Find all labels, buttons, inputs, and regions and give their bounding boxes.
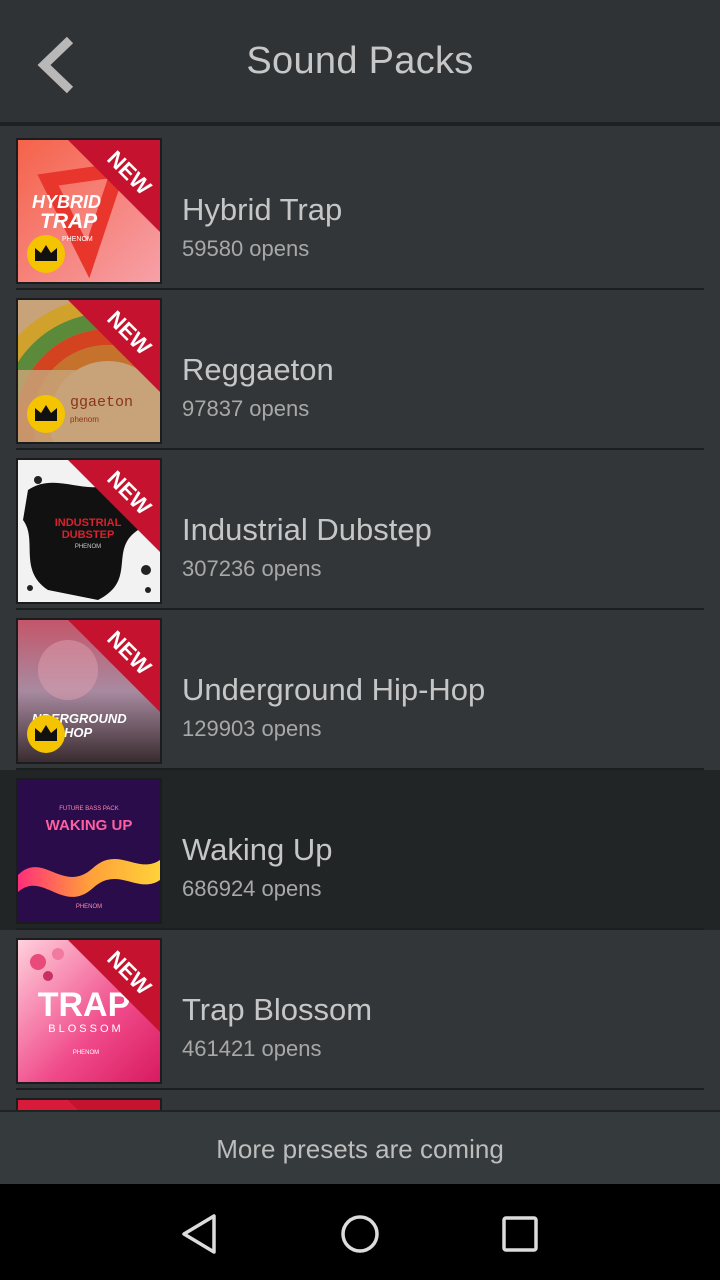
cover-text: HYBRID <box>32 192 101 212</box>
cover-text: WAKING UP <box>46 817 133 834</box>
pack-cover: NDERGROUND HOP NEW <box>16 618 162 764</box>
nav-home-button[interactable] <box>332 1206 388 1262</box>
cover-text: PHENOM <box>73 1050 99 1056</box>
more-presets-banner: More presets are coming <box>0 1110 720 1184</box>
cover-text: TRAP <box>40 210 98 233</box>
pack-cover: ggaeton phenom NEW <box>16 298 162 444</box>
cover-text: PHENOM <box>75 544 101 550</box>
pack-opens: 59580 opens <box>182 236 310 261</box>
cover-text: ggaeton <box>70 394 133 411</box>
square-recents-icon <box>502 1216 538 1252</box>
cover-text: FUTURE BASS PACK <box>59 806 119 812</box>
cover-text: PHENOM <box>62 236 93 243</box>
triangle-back-icon <box>182 1214 216 1254</box>
pack-opens: 307236 opens <box>182 556 322 581</box>
cover-text: HOP <box>64 725 93 740</box>
page-title: Sound Packs <box>246 40 474 82</box>
pack-opens: 686924 opens <box>182 876 322 901</box>
list-item[interactable]: NDERGROUND HOP NEW Underground Hip-Hop 1… <box>0 610 720 770</box>
cover-text: INDUSTRIAL <box>55 517 122 529</box>
pack-opens: 129903 opens <box>182 716 322 741</box>
crown-icon <box>27 395 65 433</box>
list-item[interactable]: HYBRID TRAP PHENOM NEW Hybrid Trap 59580… <box>0 130 720 290</box>
pack-cover <box>16 1098 162 1110</box>
pack-title: Industrial Dubstep <box>182 512 432 547</box>
circle-home-icon <box>341 1215 379 1253</box>
crown-icon <box>27 235 65 273</box>
pack-cover: FUTURE BASS PACK WAKING UP PHENOM <box>16 778 162 924</box>
nav-back-button[interactable] <box>172 1206 228 1262</box>
pack-title: Reggaeton <box>182 352 334 387</box>
pack-opens: 461421 opens <box>182 1036 322 1061</box>
pack-title: Trap Blossom <box>182 992 373 1027</box>
new-ribbon <box>68 1100 160 1110</box>
pack-title: Underground Hip-Hop <box>182 672 486 707</box>
list-item[interactable] <box>0 1090 720 1110</box>
list-item[interactable]: INDUSTRIAL DUBSTEP PHENOM NEW Industrial… <box>0 450 720 610</box>
system-nav-bar <box>0 1184 720 1280</box>
pack-title: Hybrid Trap <box>182 192 343 227</box>
cover-text: phenom <box>70 415 99 424</box>
list-item[interactable]: ggaeton phenom NEW Reggaeton 97837 opens <box>0 290 720 450</box>
nav-recents-button[interactable] <box>492 1206 548 1262</box>
cover-text: TRAP <box>38 986 131 1024</box>
cover-text: PHENOM <box>76 904 102 910</box>
pack-cover: HYBRID TRAP PHENOM NEW <box>16 138 162 284</box>
pack-cover: TRAP BLOSSOM PHENOM NEW <box>16 938 162 1084</box>
app-bar: Sound Packs <box>0 0 720 126</box>
list-item[interactable]: FUTURE BASS PACK WAKING UP PHENOM Waking… <box>0 770 720 930</box>
pack-title: Waking Up <box>182 832 333 867</box>
pack-opens: 97837 opens <box>182 396 310 421</box>
sound-pack-list[interactable]: HYBRID TRAP PHENOM NEW Hybrid Trap 59580… <box>0 130 720 1110</box>
pack-cover: INDUSTRIAL DUBSTEP PHENOM NEW <box>16 458 162 604</box>
cover-text: DUBSTEP <box>62 529 115 541</box>
cover-text: BLOSSOM <box>48 1023 123 1035</box>
crown-icon <box>27 715 65 753</box>
list-item[interactable]: TRAP BLOSSOM PHENOM NEW Trap Blossom 461… <box>0 930 720 1090</box>
